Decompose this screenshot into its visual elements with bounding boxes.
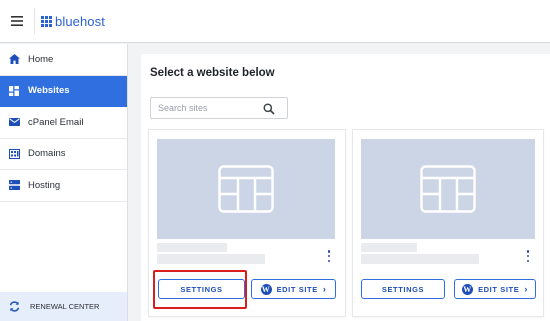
sidebar-item-cpanel-email[interactable]: cPanel Email [0,107,127,139]
sidebar-item-hosting[interactable]: Hosting [0,170,127,202]
chevron-right-icon: › [524,284,528,294]
sidebar-item-label: Websites [28,85,70,97]
menu-toggle-button[interactable] [0,0,34,43]
brand-logo[interactable]: bluehost [41,14,105,29]
search-icon[interactable] [263,102,275,120]
wordpress-icon: W [462,283,474,295]
site-name-blurred [157,243,227,252]
more-options-icon[interactable] [326,250,332,262]
website-thumbnail[interactable] [361,139,535,239]
site-name-blurred [361,243,417,252]
edit-site-button[interactable]: W EDIT SITE › [251,279,336,299]
renewal-center-label: RENEWAL CENTER [30,302,100,311]
layout-placeholder-icon [420,165,476,213]
sidebar-item-label: Home [28,53,54,65]
sidebar-item-label: cPanel Email [28,116,84,128]
grid-icon [8,85,20,97]
main-panel: Select a website below SETTINGS W EDIT [141,54,550,321]
settings-button[interactable]: SETTINGS [361,279,445,299]
brand-name: bluehost [55,13,105,29]
hosting-icon [8,179,20,191]
search-box [150,97,288,119]
logo-grid-icon [41,15,52,27]
domains-icon [8,148,20,160]
settings-button[interactable]: SETTINGS [158,279,245,299]
renewal-center-link[interactable]: RENEWAL CENTER [0,292,127,321]
sidebar-item-websites[interactable]: Websites [0,75,127,107]
sidebar-item-home[interactable]: Home [0,44,127,76]
website-card: SETTINGS W EDIT SITE › [149,130,345,316]
website-thumbnail[interactable] [157,139,335,239]
site-url-blurred [361,254,479,264]
sidebar-item-domains[interactable]: Domains [0,139,127,170]
header-divider [34,8,35,34]
settings-button-label: SETTINGS [180,284,223,294]
edit-site-button[interactable]: W EDIT SITE › [454,279,536,299]
sidebar: Home Websites cPanel Email Domains Hosti… [0,44,128,321]
top-bar: bluehost [0,0,550,43]
website-card: SETTINGS W EDIT SITE › [353,130,543,316]
sidebar-item-label: Domains [28,148,66,160]
wordpress-icon: W [260,283,272,295]
chevron-right-icon: › [322,284,327,294]
more-options-icon[interactable] [525,250,531,262]
site-url-blurred [157,254,265,264]
page-title: Select a website below [150,67,275,79]
search-input[interactable] [158,103,258,113]
hamburger-icon [11,16,23,26]
edit-site-label: EDIT SITE [478,284,520,294]
sidebar-item-label: Hosting [28,179,61,191]
edit-site-label: EDIT SITE [276,284,318,294]
mail-icon [8,116,20,128]
layout-placeholder-icon [218,165,274,213]
refresh-icon [8,301,20,313]
home-icon [8,53,20,65]
settings-button-label: SETTINGS [381,284,425,294]
